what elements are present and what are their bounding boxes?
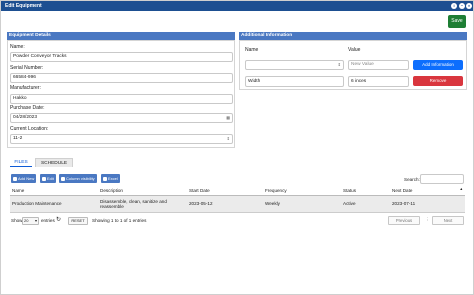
purchase-date-field[interactable]: 04/28/2023 ▦ [10,113,233,123]
current-location-label: Current Location: [10,126,49,132]
column-header-name[interactable]: Name [10,186,98,196]
edit-button[interactable]: Edit [40,174,56,183]
column-visibility-button[interactable]: Column visibility [59,174,97,183]
cell-name: Production Maintenance [10,195,98,213]
name-label: Name: [10,44,25,50]
purchase-date-label: Purchase Date: [10,105,45,111]
cell-next-date: 2023-07-11 [390,195,465,213]
calendar-icon[interactable]: ▦ [226,114,230,122]
tab-files[interactable]: FILES [10,158,32,167]
excel-button[interactable]: Excel [101,174,120,183]
next-button[interactable]: Next [432,216,464,225]
table-info: Showing 1 to 1 of 1 entries [92,218,147,223]
chevron-down-icon: ▾ [34,218,37,223]
current-location-select[interactable]: 11-2 ⇕ [10,134,233,144]
equipment-details-header: Equipment Details [7,32,235,40]
edit-icon [42,176,46,181]
serial-number-field[interactable]: 66584-996 [10,73,233,83]
add-new-button[interactable]: Add New [11,174,37,183]
save-button[interactable]: Save [448,15,466,28]
additional-info-header: Additional Information [239,32,467,40]
add-new-label: Add New [18,176,35,181]
remove-button[interactable]: Remove [413,76,463,86]
additional-value-column: Value [348,47,361,53]
column-header-status[interactable]: Status [341,186,390,196]
sort-icon: ▲ [459,187,463,191]
additional-row-name[interactable]: Width [245,76,344,87]
excel-icon [103,176,107,181]
manufacturer-label: Manufacturer: [10,85,41,91]
search-label: Search: [404,177,420,182]
edit-equipment-window: Edit Equipment i − × Save Equipment Deta… [0,0,474,295]
additional-name-column: Name [245,47,259,53]
cell-frequency: Weekly [263,195,341,213]
pager-separator-icon: ⋮ [425,217,430,222]
columns-icon [61,176,65,181]
cell-description: Disassemble, clean, sanitize and reassem… [98,195,187,213]
name-field[interactable]: Powder Conveyor Tracks [10,52,233,62]
serial-number-label: Serial Number: [10,65,44,71]
current-location-value: 11-2 [13,136,23,141]
column-header-description[interactable]: Description [98,186,187,196]
minimize-icon[interactable]: − [459,3,465,9]
show-label: Show [11,218,23,223]
table-row[interactable]: Production Maintenance Disassemble, clea… [10,195,465,213]
window-title: Edit Equipment [5,3,42,9]
purchase-date-value: 04/28/2023 [13,115,38,120]
page-size-value: 20 [24,218,29,223]
window-titlebar: Edit Equipment i − × [1,1,473,11]
plus-icon [13,176,17,181]
reset-button[interactable]: RESET [68,217,88,225]
chevron-updown-icon: ⇕ [337,62,341,67]
close-icon[interactable]: × [466,3,472,9]
schedule-table: Name Description Start Date Frequency St… [10,186,465,213]
page-size-select[interactable]: 20 ▾ [22,217,39,225]
column-header-start-date[interactable]: Start Date [187,186,263,196]
cell-start-date: 2023-05-12 [187,195,263,213]
info-icon[interactable]: i [451,3,457,9]
column-visibility-label: Column visibility [66,176,95,181]
previous-button[interactable]: Previous [388,216,420,225]
entries-label: entries [41,218,55,223]
table-header-row: Name Description Start Date Frequency St… [10,186,465,196]
search-input[interactable] [420,174,464,184]
next-date-label: Next Date [392,187,413,193]
additional-row-value[interactable]: 6 inces [348,76,409,87]
refresh-icon[interactable]: ↻ [56,216,61,223]
column-header-frequency[interactable]: Frequency [263,186,341,196]
tab-schedule[interactable]: SCHEDULE [35,158,73,167]
manufacturer-field[interactable]: Hakko [10,94,233,104]
add-information-button[interactable]: Add Information [413,60,463,70]
cell-status: Active [341,195,390,213]
edit-label: Edit [47,176,54,181]
column-header-next-date[interactable]: Next Date ▲ [390,186,465,196]
chevron-updown-icon: ⇕ [226,136,230,141]
new-value-input[interactable]: New Value [348,60,409,70]
excel-label: Excel [108,176,118,181]
additional-name-select[interactable]: ⇕ [245,60,344,70]
